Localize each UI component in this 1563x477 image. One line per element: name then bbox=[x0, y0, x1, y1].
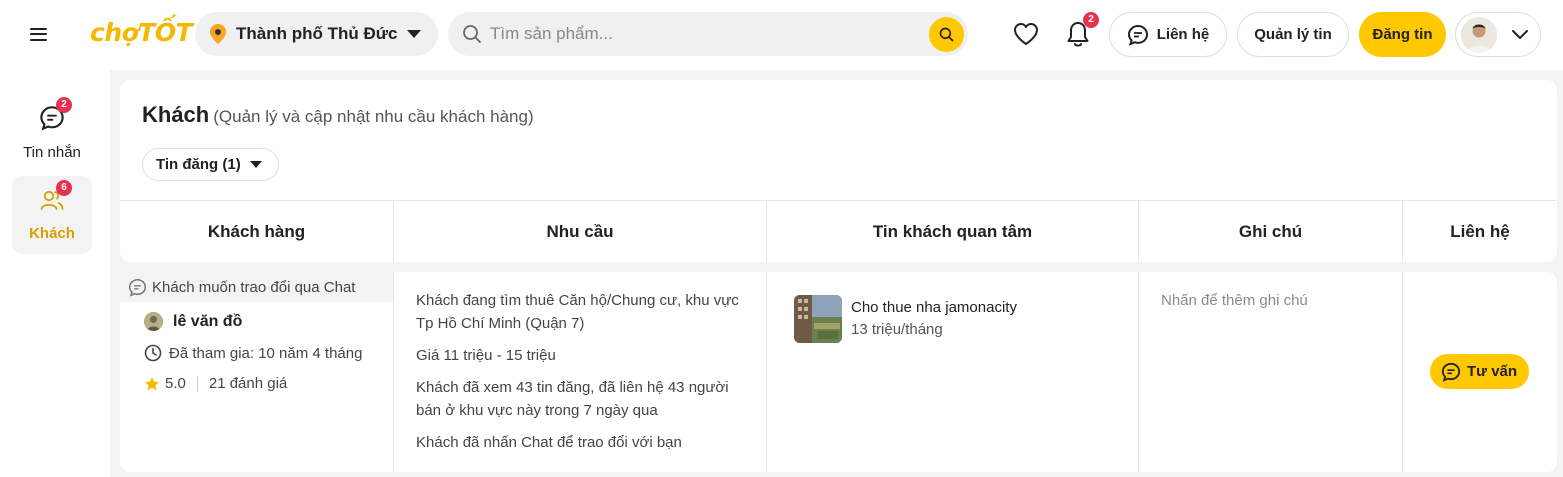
chevron-down-icon bbox=[249, 161, 262, 168]
column-header-interested-listing: Tin khách quan tâm bbox=[767, 201, 1139, 263]
column-header-notes: Ghi chú bbox=[1139, 201, 1403, 263]
chat-icon bbox=[1441, 362, 1461, 382]
notifications-button[interactable]: 2 bbox=[1066, 12, 1099, 53]
location-pin-icon bbox=[210, 24, 226, 44]
advise-label: Tư vấn bbox=[1467, 363, 1518, 380]
notification-badge: 2 bbox=[1083, 12, 1099, 28]
chevron-down-icon bbox=[406, 30, 421, 38]
column-header-needs: Nhu cầu bbox=[394, 201, 767, 263]
customer-cell: Khách muốn trao đổi qua Chat lê văn đồ Đ… bbox=[120, 272, 394, 472]
customer-joined: Đã tham gia: 10 năm 4 tháng bbox=[144, 344, 362, 362]
divider bbox=[196, 375, 198, 392]
location-label: Thành phố Thủ Đức bbox=[236, 24, 398, 43]
need-item: Khách đã nhấn Chat để trao đổi với bạn bbox=[416, 434, 682, 451]
menu-icon[interactable] bbox=[30, 24, 54, 46]
column-header-contact: Liên hệ bbox=[1450, 222, 1510, 241]
customer-rating: 5.0 21 đánh giá bbox=[144, 375, 287, 392]
star-icon bbox=[145, 376, 159, 390]
search-button[interactable] bbox=[929, 16, 964, 52]
avatar bbox=[144, 312, 163, 331]
customer-name: lê văn đồ bbox=[173, 312, 243, 330]
location-selector[interactable]: Thành phố Thủ Đức bbox=[195, 12, 438, 56]
logo-part2: TỐT bbox=[138, 18, 193, 47]
sidebar-item-label: Khách bbox=[29, 225, 75, 242]
need-item: Khách đang tìm thuê Căn hộ/Chung cư, khu… bbox=[416, 292, 739, 332]
search-icon bbox=[463, 25, 481, 43]
table-header: Khách hàng Nhu cầu Tin khách quan tâm Gh… bbox=[120, 200, 1557, 263]
listing-price: 13 triệu/tháng bbox=[851, 321, 943, 338]
chevron-down-icon bbox=[1512, 29, 1528, 39]
customers-panel: Khách (Quản lý và cập nhật nhu cầu khách … bbox=[120, 80, 1557, 263]
account-menu[interactable] bbox=[1455, 12, 1541, 57]
listing-filter-dropdown[interactable]: Tin đăng (1) bbox=[142, 148, 279, 181]
page-title: Khách (Quản lý và cập nhật nhu cầu khách … bbox=[142, 102, 534, 128]
messages-badge: 2 bbox=[56, 97, 72, 113]
customers-badge: 6 bbox=[56, 180, 72, 196]
need-item: Khách đã xem 43 tin đăng, đã liên hệ 43 … bbox=[416, 379, 729, 419]
review-count: 21 đánh giá bbox=[208, 375, 288, 392]
chat-banner-text: Khách muốn trao đổi qua Chat bbox=[152, 278, 356, 296]
chat-icon bbox=[128, 278, 147, 297]
contact-cell: Tư vấn bbox=[1403, 272, 1557, 472]
add-note-button[interactable]: Nhấn để thêm ghi chú bbox=[1161, 292, 1308, 309]
needs-cell: Khách đang tìm thuê Căn hộ/Chung cư, khu… bbox=[394, 272, 767, 472]
rating-value: 5.0 bbox=[165, 375, 186, 392]
search-icon bbox=[939, 27, 954, 41]
logo-part1: chợ bbox=[90, 18, 139, 47]
top-header: chợTỐT Thành phố Thủ Đức 2 Liên hệ Quản … bbox=[0, 0, 1563, 70]
joined-text: Đã tham gia: 10 năm 4 tháng bbox=[169, 344, 363, 362]
listing-title: Cho thue nha jamonacity bbox=[851, 299, 1017, 316]
page-subtitle: (Quản lý và cập nhật nhu cầu khách hàng) bbox=[213, 107, 534, 126]
advise-button[interactable]: Tư vấn bbox=[1430, 354, 1529, 389]
left-sidebar: 2 Tin nhắn 6 Khách bbox=[0, 70, 110, 477]
chat-preference-banner: Khách muốn trao đổi qua Chat bbox=[120, 272, 393, 302]
notes-cell: Nhấn để thêm ghi chú bbox=[1139, 272, 1403, 472]
search-input[interactable] bbox=[490, 24, 929, 44]
manage-listings-button[interactable]: Quản lý tin bbox=[1237, 12, 1349, 57]
post-listing-button[interactable]: Đăng tin bbox=[1359, 12, 1446, 57]
sidebar-item-customers[interactable]: 6 Khách bbox=[12, 176, 92, 254]
listing-link[interactable]: Cho thue nha jamonacity 13 triệu/tháng bbox=[794, 295, 1017, 343]
manage-label: Quản lý tin bbox=[1254, 26, 1332, 43]
contact-button[interactable]: Liên hệ bbox=[1109, 12, 1227, 57]
contact-label: Liên hệ bbox=[1156, 26, 1210, 43]
interested-listing-cell: Cho thue nha jamonacity 13 triệu/tháng bbox=[767, 272, 1139, 472]
sidebar-item-messages[interactable]: 2 Tin nhắn bbox=[12, 94, 92, 172]
table-row: Khách muốn trao đổi qua Chat lê văn đồ Đ… bbox=[120, 272, 1557, 472]
favorites-button[interactable] bbox=[1013, 22, 1039, 51]
listing-thumbnail bbox=[794, 295, 842, 343]
sidebar-item-label: Tin nhắn bbox=[23, 144, 81, 161]
page-title-text: Khách bbox=[142, 102, 210, 127]
customer-profile-link[interactable]: lê văn đồ bbox=[144, 312, 242, 331]
cho-tot-logo[interactable]: chợTỐT bbox=[90, 18, 193, 47]
clock-icon bbox=[144, 344, 162, 362]
need-item: Giá 11 triệu - 15 triệu bbox=[416, 347, 556, 364]
filter-label: Tin đăng (1) bbox=[156, 156, 241, 173]
search-bar bbox=[448, 12, 968, 56]
column-header-customer: Khách hàng bbox=[120, 201, 394, 263]
chat-icon bbox=[1127, 24, 1148, 46]
avatar bbox=[1461, 16, 1497, 53]
post-label: Đăng tin bbox=[1372, 26, 1433, 43]
heart-icon bbox=[1014, 23, 1038, 45]
